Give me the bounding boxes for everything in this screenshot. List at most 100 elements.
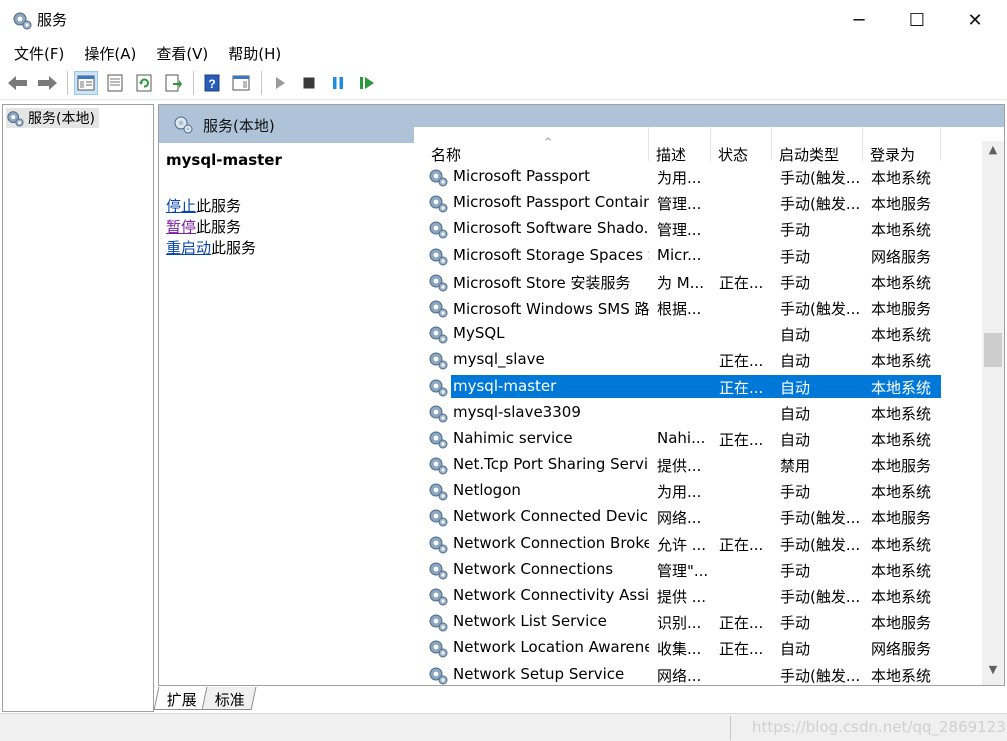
service-logon-cell: 本地系统 xyxy=(871,666,932,685)
service-description-cell: 收集... xyxy=(657,640,702,659)
service-status-cell: 正在... xyxy=(719,378,764,397)
column-header-label: 名称 xyxy=(431,146,462,164)
service-gear-icon xyxy=(429,431,448,449)
service-name-cell: Network Location Awarene... xyxy=(453,638,649,657)
back-icon[interactable] xyxy=(6,71,30,95)
action-pane-icon[interactable] xyxy=(229,71,253,95)
service-status-cell: 正在... xyxy=(719,352,764,371)
service-description-cell: 管理... xyxy=(657,221,702,240)
tab-extended[interactable]: 扩展 xyxy=(153,687,209,710)
service-row[interactable]: Network Connections 管理"... 手动 本地系统 xyxy=(414,556,942,582)
scroll-down-icon[interactable]: ▼ xyxy=(982,663,1004,681)
services-list: 名称 ^ 描述 状态 启动类型 登录为 Microsoft Passport 为用… xyxy=(414,127,1004,685)
menu-bar: 文件(F) 操作(A) 查看(V) 帮助(H) xyxy=(0,40,1007,66)
service-logon-cell: 本地服务 xyxy=(871,509,932,528)
service-description-cell: 管理... xyxy=(657,195,702,214)
service-gear-icon xyxy=(429,509,448,527)
service-row[interactable]: Network Connectivity Assis... 提供 ... 手动(触发… xyxy=(414,582,942,608)
service-description-cell: 为用... xyxy=(657,169,702,187)
service-name-cell: Network Setup Service xyxy=(453,664,625,683)
column-header-status[interactable]: 状态 xyxy=(711,127,772,163)
pause-service-link[interactable]: 暂停 xyxy=(166,218,196,236)
service-gear-icon xyxy=(429,640,448,658)
service-status-cell: 正在... xyxy=(719,614,764,633)
restart-service-action: 重启动此服务 xyxy=(166,237,256,258)
service-row[interactable]: Microsoft Windows SMS 路... 根据... 手动(触发... 本… xyxy=(414,294,942,320)
service-row[interactable]: Microsoft Store 安装服务 为 M... 正在... 手动 本地系统 xyxy=(414,268,942,294)
service-row[interactable]: Network Setup Service 网络... 手动(触发... 本地系统 xyxy=(414,661,942,685)
status-bar: https://blog.csdn.net/qq_28691231 xyxy=(0,713,1007,741)
show-hide-console-tree-icon[interactable] xyxy=(74,70,98,95)
stop-service-link[interactable]: 停止 xyxy=(166,197,196,215)
service-row[interactable]: Network Connected Devic... 网络... 手动(触发... 本… xyxy=(414,503,942,529)
service-status-cell: 正在... xyxy=(719,640,764,659)
scroll-up-icon[interactable]: ▲ xyxy=(982,143,1004,161)
service-startup-type-cell: 手动 xyxy=(780,247,811,266)
service-row[interactable]: Microsoft Software Shado... 管理... 手动 本地系统 xyxy=(414,215,942,241)
service-row[interactable]: mysql_slave 正在... 自动 本地系统 xyxy=(414,346,942,372)
service-row[interactable]: Net.Tcp Port Sharing Service 提供... 禁用 本地服务 xyxy=(414,451,942,477)
service-startup-type-cell: 手动(触发... xyxy=(780,299,861,318)
service-gear-icon xyxy=(429,614,448,632)
column-header-name[interactable]: 名称 ^ xyxy=(424,127,649,164)
service-row[interactable]: MySQL 自动 本地系统 xyxy=(414,320,942,346)
service-name-cell: Microsoft Passport xyxy=(453,167,590,185)
service-row[interactable]: Microsoft Passport 为用... 手动(触发... 本地系统 xyxy=(414,163,942,189)
service-name-cell: Netlogon xyxy=(453,481,521,500)
tab-standard[interactable]: 标准 xyxy=(201,687,257,710)
column-header-log-on-as[interactable]: 登录为 xyxy=(863,127,941,163)
service-logon-cell: 本地服务 xyxy=(871,457,932,476)
service-startup-type-cell: 手动(触发... xyxy=(780,588,861,606)
service-name-cell: MySQL xyxy=(453,324,505,343)
toolbar: ? xyxy=(0,66,1007,100)
service-name-cell: Microsoft Software Shado... xyxy=(453,219,649,238)
properties-icon[interactable] xyxy=(103,71,127,95)
service-row[interactable]: Network Location Awarene... 收集... 正在... 自动 网… xyxy=(414,634,942,660)
service-startup-type-cell: 手动 xyxy=(780,273,811,292)
service-name-cell: Network Connected Devic... xyxy=(453,507,649,526)
menu-help[interactable]: 帮助(H) xyxy=(218,40,291,66)
service-status-cell: 正在... xyxy=(719,273,764,292)
service-row[interactable]: Netlogon 为用... 手动 本地系统 xyxy=(414,477,942,503)
menu-view[interactable]: 查看(V) xyxy=(146,40,218,66)
restart-service-link[interactable]: 重启动 xyxy=(166,239,211,257)
service-row[interactable]: Nahimic service Nahi... 正在... 自动 本地系统 xyxy=(414,425,942,451)
service-row[interactable]: mysql-slave3309 自动 本地系统 xyxy=(414,399,942,425)
close-button[interactable]: ✕ xyxy=(946,0,1004,40)
service-startup-type-cell: 自动 xyxy=(780,640,811,659)
scroll-thumb[interactable] xyxy=(984,333,1002,367)
forward-icon[interactable] xyxy=(35,71,59,95)
service-row[interactable]: Microsoft Passport Container 管理... 手动(触发..… xyxy=(414,189,942,215)
stop-service-icon[interactable] xyxy=(297,71,321,95)
tree-item-services-local[interactable]: 服务(本地) xyxy=(6,108,99,128)
service-description-cell: 为用... xyxy=(657,483,702,502)
pause-service-icon[interactable] xyxy=(326,71,350,95)
column-header-description[interactable]: 描述 xyxy=(649,127,711,163)
menu-action[interactable]: 操作(A) xyxy=(74,40,146,66)
service-row[interactable]: mysql-master 正在... 自动 本地系统 xyxy=(414,373,942,399)
service-description-cell: Nahi... xyxy=(657,428,706,447)
service-description-cell: Micr... xyxy=(657,245,702,264)
services-gear-icon xyxy=(13,12,32,30)
service-row[interactable]: Network Connection Broker 允许 ... 正在... 手动(触… xyxy=(414,530,942,556)
start-service-icon[interactable] xyxy=(268,71,292,95)
service-logon-cell: 本地系统 xyxy=(871,561,932,580)
watermark-text: https://blog.csdn.net/qq_28691231 xyxy=(752,718,1007,736)
service-name-cell: Microsoft Storage Spaces S... xyxy=(453,245,649,264)
service-row[interactable]: Microsoft Storage Spaces S... Micr... 手动 网络… xyxy=(414,242,942,268)
restart-service-icon[interactable] xyxy=(355,71,379,95)
refresh-icon[interactable] xyxy=(132,71,156,95)
service-row[interactable]: Network List Service 识别... 正在... 手动 本地服务 xyxy=(414,608,942,634)
export-list-icon[interactable] xyxy=(161,71,185,95)
vertical-scrollbar[interactable]: ▲ ▼ xyxy=(982,141,1004,685)
service-gear-icon xyxy=(429,221,448,239)
column-header-startup-type[interactable]: 启动类型 xyxy=(772,127,863,163)
help-icon[interactable]: ? xyxy=(200,71,224,95)
minimize-button[interactable]: ─ xyxy=(830,0,888,40)
maximize-button[interactable]: ☐ xyxy=(888,0,946,40)
service-description-cell: 根据... xyxy=(657,299,702,318)
service-name-cell: mysql-master xyxy=(453,376,557,395)
menu-file[interactable]: 文件(F) xyxy=(4,40,74,66)
service-logon-cell: 本地系统 xyxy=(871,430,932,449)
service-gear-icon xyxy=(429,483,448,501)
